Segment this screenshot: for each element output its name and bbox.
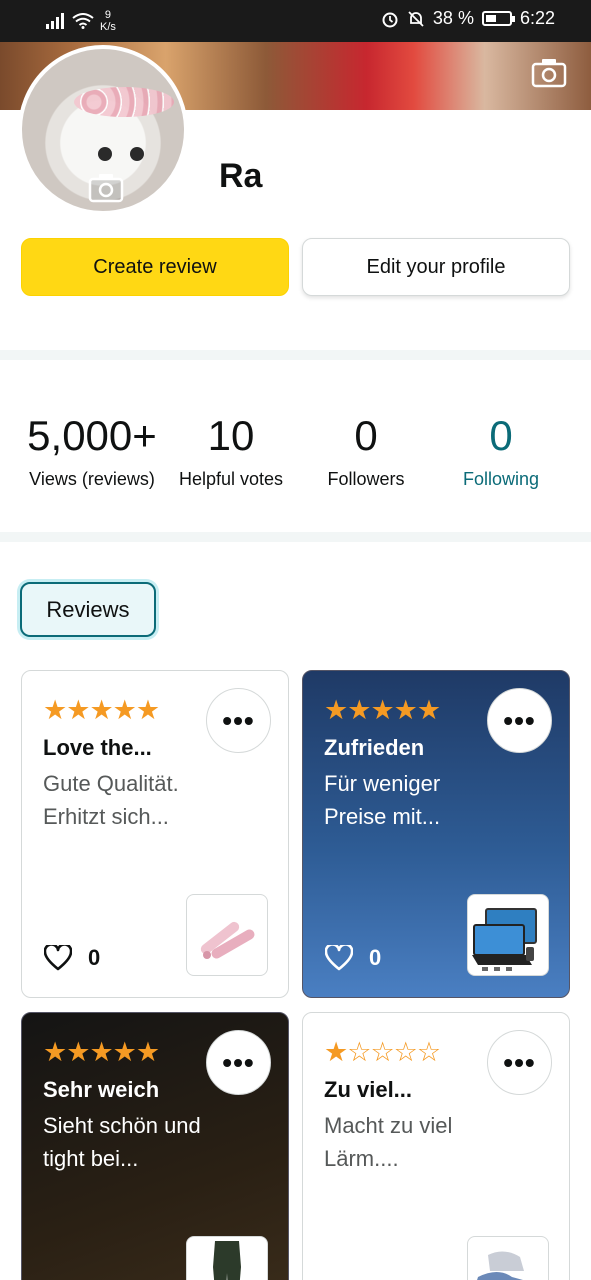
shoes-image[interactable] [467,1236,549,1280]
avatar-eye [98,147,112,161]
wifi-icon [72,13,94,29]
battery-icon [481,11,515,26]
stat-value: 0 [354,412,378,459]
heart-icon[interactable] [325,945,353,971]
profile-avatar[interactable] [18,45,188,215]
heart-icon[interactable] [44,945,72,971]
edit-profile-button[interactable]: Edit your profile [302,238,570,296]
alarm-icon [382,12,398,27]
star-filled-icon: ★ [43,1037,67,1067]
stat-value: 0 [489,412,513,459]
star-filled-icon: ★ [393,695,418,725]
star-filled-icon: ★ [324,1037,348,1067]
review-card[interactable]: ★★★★★ Love the... Gute Qualität. Erhitzt… [21,670,289,998]
like-count: 0 [369,945,382,970]
stat-label: Helpful votes [178,469,284,489]
star-empty-icon: ☆ [347,1037,371,1067]
star-filled-icon: ★ [112,1037,137,1067]
review-snippet: Für weniger Preise mit... [324,771,441,829]
section-divider [0,350,591,360]
stat-views[interactable]: 5,000+ Views (reviews) [20,413,164,490]
star-filled-icon: ★ [43,695,67,725]
star-filled-icon: ★ [370,695,394,725]
mute-bell-icon [408,10,424,27]
avatar-camera-icon[interactable] [88,173,124,203]
stat-helpful-votes[interactable]: 10 Helpful votes [168,413,294,490]
star-filled-icon: ★ [66,695,90,725]
stat-value: 5,000+ [27,412,157,459]
tablet-keyboard-image[interactable] [467,894,549,976]
review-title: Zu viel... [324,1077,413,1102]
star-empty-icon: ☆ [370,1037,394,1067]
star-filled-icon: ★ [416,695,441,725]
stat-following[interactable]: 0 Following [440,413,562,490]
more-options-button[interactable]: ••• [206,1030,271,1095]
camera-icon[interactable] [531,58,567,88]
stat-value: 10 [207,412,255,459]
more-options-button[interactable]: ••• [206,688,271,753]
star-filled-icon: ★ [135,695,160,725]
star-filled-icon: ★ [89,1037,113,1067]
review-snippet: Sieht schön und tight bei... [43,1113,201,1171]
review-snippet: Macht zu viel Lärm.... [324,1113,453,1171]
more-options-button[interactable]: ••• [487,1030,552,1095]
signal-icon [46,13,64,29]
review-card[interactable]: ★★★★★ Sehr weich Sieht schön und tight b… [21,1012,289,1280]
status-bar: 9 K/s 38 % 6:22 [0,0,591,42]
stat-label: Following [462,469,540,489]
like-control[interactable]: 0 [325,945,381,971]
review-snippet: Gute Qualität. Erhitzt sich... [43,771,179,829]
network-speed: 9 K/s [100,9,116,33]
review-title: Sehr weich [43,1077,160,1102]
review-card[interactable]: ★★★★★ Zufrieden Für weniger Preise mit..… [302,670,570,998]
star-filled-icon: ★ [89,695,113,725]
review-title: Zufrieden [324,735,425,760]
battery-percent: 38 % [432,8,474,28]
star-rating: ★★★★★ [43,695,160,726]
stat-label: Views (reviews) [29,469,155,489]
hair-straightener-image[interactable] [186,894,268,976]
section-divider [0,532,591,542]
like-count: 0 [88,945,101,970]
review-card[interactable]: ★☆☆☆☆ Zu viel... Macht zu viel Lärm.... … [302,1012,570,1280]
star-filled-icon: ★ [135,1037,160,1067]
clock: 6:22 [519,8,555,28]
star-empty-icon: ☆ [393,1037,418,1067]
star-filled-icon: ★ [66,1037,90,1067]
star-filled-icon: ★ [112,695,137,725]
avatar-flower-crown [74,87,174,117]
star-rating: ★★★★★ [43,1037,160,1068]
star-empty-icon: ☆ [416,1037,441,1067]
like-control[interactable]: 0 [44,945,100,971]
more-options-button[interactable]: ••• [487,688,552,753]
profile-name: Ra [219,157,263,195]
star-filled-icon: ★ [324,695,348,725]
tab-reviews[interactable]: Reviews [20,582,156,637]
star-filled-icon: ★ [347,695,371,725]
review-title: Love the... [43,735,152,760]
star-rating: ★☆☆☆☆ [324,1037,441,1068]
star-rating: ★★★★★ [324,695,441,726]
stat-label: Followers [327,469,405,489]
stat-followers[interactable]: 0 Followers [306,413,426,490]
leggings-image[interactable] [186,1236,268,1280]
create-review-button[interactable]: Create review [21,238,289,296]
avatar-eye [130,147,144,161]
